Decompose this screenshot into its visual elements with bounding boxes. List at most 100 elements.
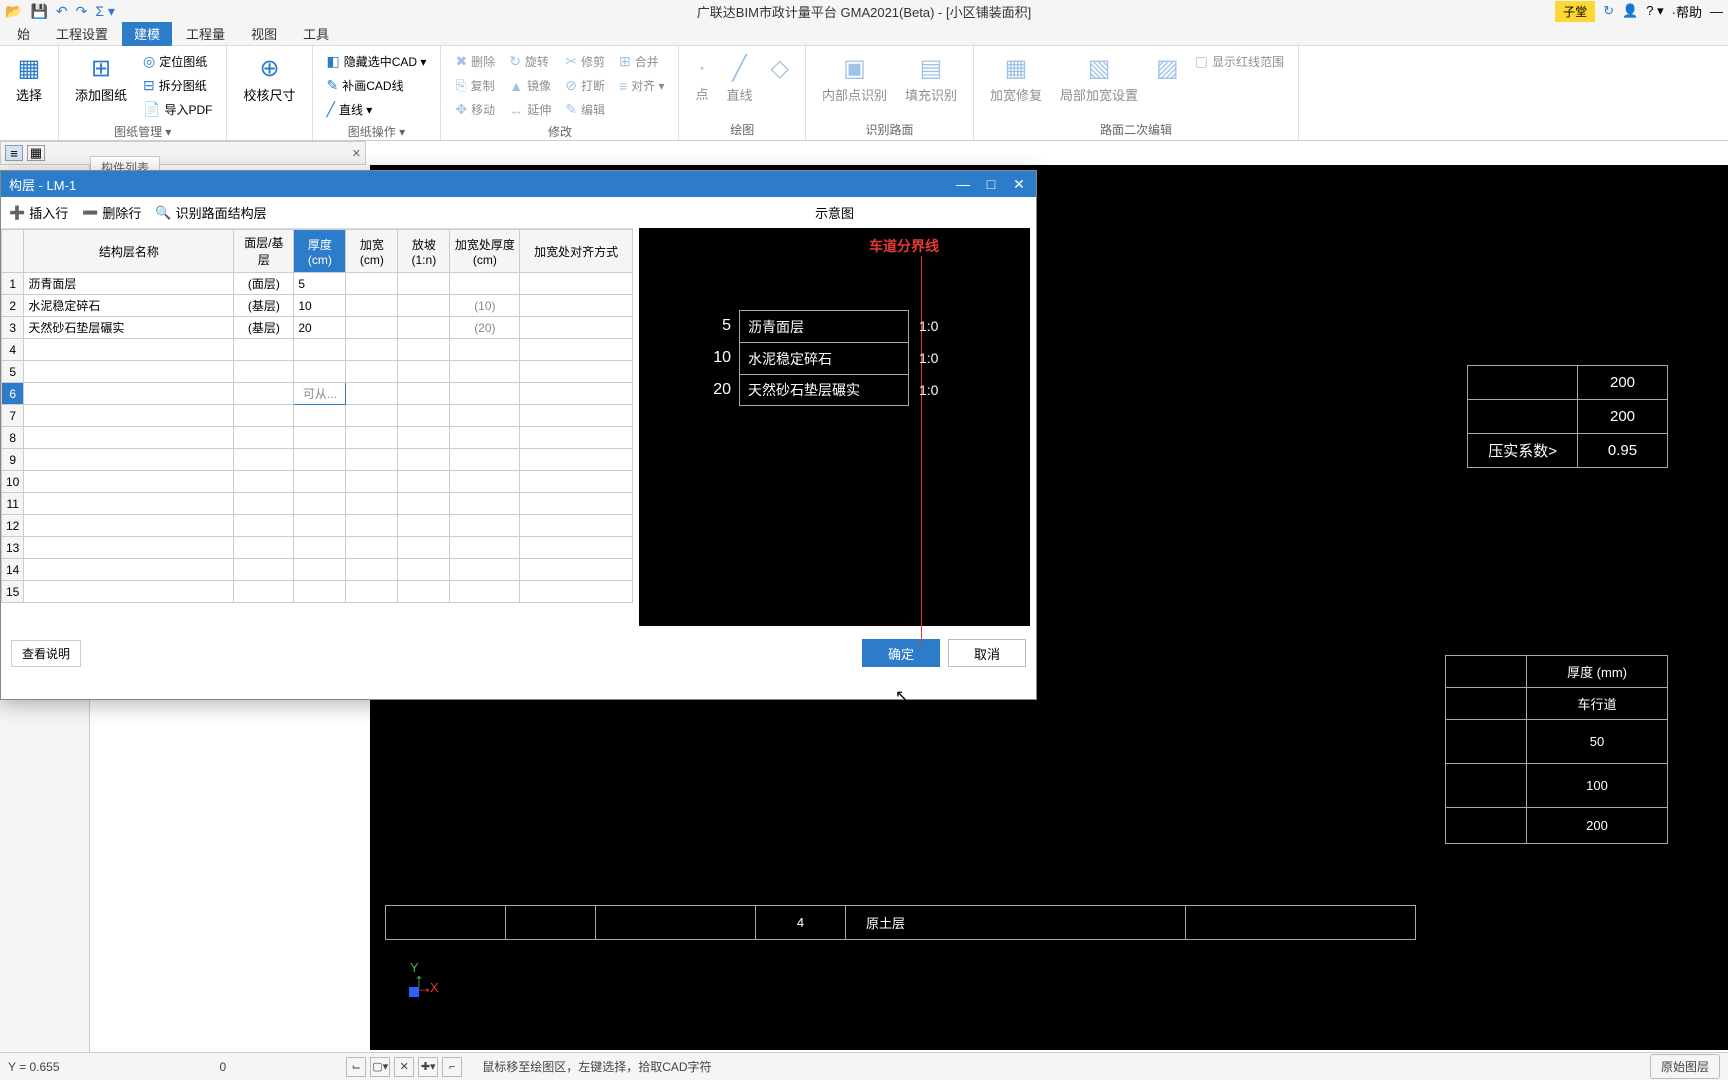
cell-widen[interactable] xyxy=(346,361,398,383)
cell-widen-thk[interactable]: (10) xyxy=(450,295,520,317)
min-icon[interactable]: — xyxy=(1710,4,1723,19)
cell-widen-thk[interactable] xyxy=(450,405,520,427)
cell-slope[interactable] xyxy=(398,383,450,405)
cell-widen-thk[interactable] xyxy=(450,383,520,405)
cell-name[interactable] xyxy=(24,383,234,405)
cell-slope[interactable] xyxy=(398,581,450,603)
cell-slope[interactable] xyxy=(398,405,450,427)
cell-thk[interactable] xyxy=(294,471,346,493)
cell-widen[interactable] xyxy=(346,383,398,405)
cell-widen[interactable] xyxy=(346,559,398,581)
cell-align[interactable] xyxy=(520,537,633,559)
cell-name[interactable]: 沥青面层 xyxy=(24,273,234,295)
col-slope[interactable]: 放坡 (1:n) xyxy=(398,230,450,273)
structure-table[interactable]: 结构层名称 面层/基层 厚度 (cm) 加宽 (cm) 放坡 (1:n) 加宽处… xyxy=(1,229,633,632)
row-num[interactable]: 6 xyxy=(2,383,24,405)
col-widen-thk[interactable]: 加宽处厚度 (cm) xyxy=(450,230,520,273)
cell-align[interactable] xyxy=(520,581,633,603)
cell-widen-thk[interactable] xyxy=(450,493,520,515)
user-icon[interactable]: 👤 xyxy=(1622,3,1638,19)
cell-slope[interactable] xyxy=(398,361,450,383)
cell-surface[interactable] xyxy=(234,471,294,493)
cell-align[interactable] xyxy=(520,295,633,317)
col-widen[interactable]: 加宽 (cm) xyxy=(346,230,398,273)
cell-name[interactable]: 水泥稳定碎石 xyxy=(24,295,234,317)
row-num[interactable]: 4 xyxy=(2,339,24,361)
row-num[interactable]: 2 xyxy=(2,295,24,317)
menu-item-tools[interactable]: 工具 xyxy=(291,21,341,46)
col-surface[interactable]: 面层/基层 xyxy=(234,230,294,273)
hide-cad-button[interactable]: ◧隐藏选中CAD ▾ xyxy=(323,51,431,72)
layer-pill-button[interactable]: 原始图层 xyxy=(1650,1054,1720,1079)
cell-slope[interactable] xyxy=(398,427,450,449)
line-cad-button[interactable]: ╱直线 ▾ xyxy=(323,99,431,120)
cell-widen-thk[interactable] xyxy=(450,273,520,295)
undo-icon[interactable]: ↶ xyxy=(56,3,68,20)
sb-icon-5[interactable]: ⌐ xyxy=(442,1057,462,1077)
cell-surface[interactable] xyxy=(234,383,294,405)
locate-drawing-button[interactable]: ◎定位图纸 xyxy=(139,51,216,72)
cell-name[interactable] xyxy=(24,493,234,515)
view-description-button[interactable]: 查看说明 xyxy=(11,640,81,667)
cell-thk[interactable] xyxy=(294,339,346,361)
row-num[interactable]: 1 xyxy=(2,273,24,295)
cell-name[interactable] xyxy=(24,449,234,471)
cell-widen[interactable] xyxy=(346,295,398,317)
cell-thk[interactable] xyxy=(294,449,346,471)
cell-align[interactable] xyxy=(520,449,633,471)
cell-surface[interactable] xyxy=(234,427,294,449)
sb-icon-3[interactable]: ✕ xyxy=(394,1057,414,1077)
cell-align[interactable] xyxy=(520,493,633,515)
cell-widen-thk[interactable] xyxy=(450,339,520,361)
row-num[interactable]: 14 xyxy=(2,559,24,581)
refresh-icon[interactable]: ↻ xyxy=(1603,3,1614,19)
menu-item-start[interactable]: 始 xyxy=(5,21,42,46)
row-num[interactable]: 13 xyxy=(2,537,24,559)
cell-align[interactable] xyxy=(520,273,633,295)
row-num[interactable]: 12 xyxy=(2,515,24,537)
col-name[interactable]: 结构层名称 xyxy=(24,230,234,273)
cell-widen-thk[interactable] xyxy=(450,471,520,493)
cell-name[interactable] xyxy=(24,471,234,493)
cell-slope[interactable] xyxy=(398,317,450,339)
cell-align[interactable] xyxy=(520,317,633,339)
cell-widen-thk[interactable] xyxy=(450,581,520,603)
cell-thk[interactable]: 10 xyxy=(294,295,346,317)
cell-slope[interactable] xyxy=(398,295,450,317)
cell-slope[interactable] xyxy=(398,339,450,361)
row-num[interactable]: 3 xyxy=(2,317,24,339)
select-button[interactable]: ▦ 选择 xyxy=(10,51,48,107)
cell-widen[interactable] xyxy=(346,427,398,449)
close-panel-icon[interactable]: ✕ xyxy=(352,147,361,160)
user-badge[interactable]: 子堂 xyxy=(1555,1,1595,22)
cell-slope[interactable] xyxy=(398,471,450,493)
dialog-min-icon[interactable]: — xyxy=(954,176,972,193)
cell-slope[interactable] xyxy=(398,273,450,295)
cell-align[interactable] xyxy=(520,471,633,493)
cell-name[interactable] xyxy=(24,405,234,427)
row-num[interactable]: 7 xyxy=(2,405,24,427)
add-drawing-button[interactable]: ⊞ 添加图纸 xyxy=(69,51,133,107)
cell-thk[interactable] xyxy=(294,361,346,383)
save-icon[interactable]: 💾 xyxy=(30,3,47,20)
sb-icon-2[interactable]: ▢▾ xyxy=(370,1057,390,1077)
cell-thk[interactable] xyxy=(294,537,346,559)
cell-slope[interactable] xyxy=(398,537,450,559)
row-num[interactable]: 11 xyxy=(2,493,24,515)
cell-widen[interactable] xyxy=(346,317,398,339)
cell-name[interactable] xyxy=(24,361,234,383)
menu-item-view[interactable]: 视图 xyxy=(239,21,289,46)
cell-widen[interactable] xyxy=(346,471,398,493)
row-num[interactable]: 9 xyxy=(2,449,24,471)
cell-surface[interactable] xyxy=(234,339,294,361)
row-num[interactable]: 10 xyxy=(2,471,24,493)
cell-name[interactable] xyxy=(24,537,234,559)
split-drawing-button[interactable]: ⊟拆分图纸 xyxy=(139,75,216,96)
cell-thk[interactable] xyxy=(294,581,346,603)
delete-row-button[interactable]: ➖删除行 xyxy=(82,203,141,222)
cell-name[interactable] xyxy=(24,559,234,581)
cell-thk[interactable] xyxy=(294,515,346,537)
cell-surface[interactable] xyxy=(234,405,294,427)
cell-name[interactable] xyxy=(24,339,234,361)
grid-view-icon[interactable]: ▦ xyxy=(27,145,45,161)
